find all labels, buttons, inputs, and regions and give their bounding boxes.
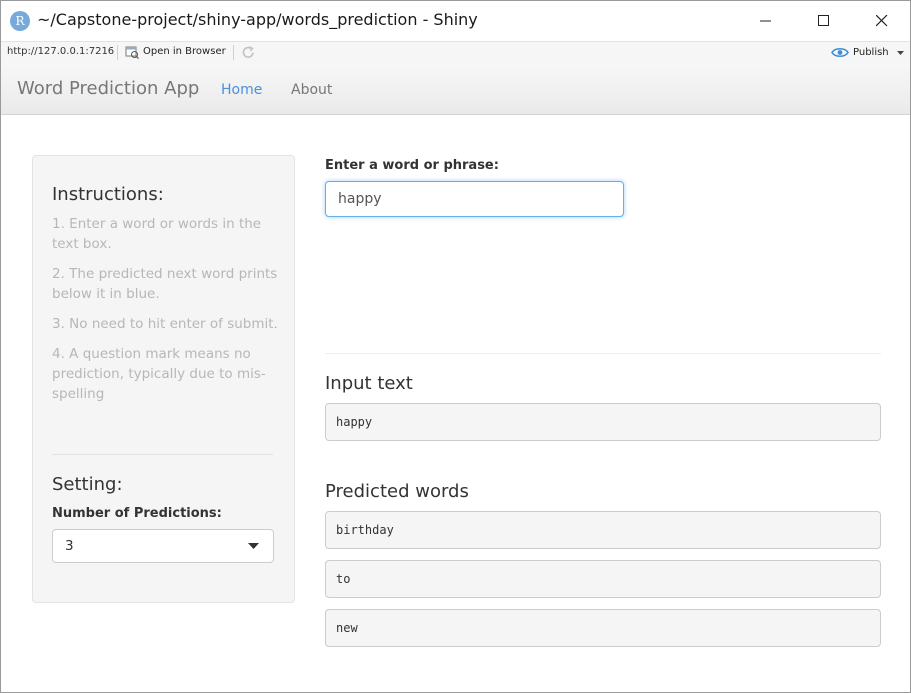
instructions-title: Instructions: <box>52 184 164 205</box>
publish-caret-icon <box>897 51 904 55</box>
input-text-title: Input text <box>325 373 413 394</box>
toolbar-separator <box>233 45 234 60</box>
phrase-input[interactable] <box>325 181 624 217</box>
viewer-toolbar: http://127.0.0.1:7216 Open in Browser Pu… <box>1 41 910 65</box>
instruction-item: 3. No need to hit enter of submit. <box>52 316 278 332</box>
instructions-list: 1. Enter a word or words in the text box… <box>52 214 280 414</box>
prediction-output: birthday <box>325 511 881 549</box>
refresh-icon[interactable] <box>241 45 256 60</box>
window-title: ~/Capstone-project/shiny-app/words_predi… <box>37 10 478 29</box>
sidebar-panel: Instructions: 1. Enter a word or words i… <box>32 155 295 603</box>
publish-label: Publish <box>853 47 889 58</box>
prediction-output: new <box>325 609 881 647</box>
predicted-words-title: Predicted words <box>325 481 469 502</box>
instruction-item: 1. Enter a word or words in the text box… <box>52 216 262 252</box>
url-text: http://127.0.0.1:7216 <box>7 46 115 57</box>
caret-down-icon <box>248 543 259 549</box>
navbar-brand: Word Prediction App <box>17 78 200 99</box>
prediction-output: to <box>325 560 881 598</box>
instruction-item: 4. A question mark means no prediction, … <box>52 346 266 402</box>
open-in-browser-label: Open in Browser <box>143 46 226 57</box>
title-bar: R ~/Capstone-project/shiny-app/words_pre… <box>1 1 910 41</box>
minimize-button[interactable] <box>737 1 795 41</box>
close-button[interactable] <box>853 1 910 41</box>
app-navbar: Word Prediction App Home About <box>1 64 910 115</box>
tab-about[interactable]: About <box>291 82 332 98</box>
num-predictions-select[interactable]: 3 <box>52 529 274 563</box>
select-value: 3 <box>65 538 74 554</box>
instruction-item: 2. The predicted next word prints below … <box>52 266 278 302</box>
shiny-window: R ~/Capstone-project/shiny-app/words_pre… <box>0 0 911 693</box>
main-divider <box>325 353 881 354</box>
input-text-output: happy <box>325 403 881 441</box>
sidebar-divider <box>52 454 273 455</box>
maximize-icon <box>818 15 829 26</box>
tab-home[interactable]: Home <box>221 82 262 98</box>
phrase-input-label: Enter a word or phrase: <box>325 158 499 173</box>
setting-title: Setting: <box>52 474 123 495</box>
close-icon <box>876 15 888 27</box>
num-predictions-label: Number of Predictions: <box>52 506 222 521</box>
minimize-icon <box>760 20 771 22</box>
r-logo-icon: R <box>10 11 30 31</box>
open-in-browser-icon <box>125 46 139 59</box>
maximize-button[interactable] <box>795 1 853 41</box>
toolbar-separator <box>117 45 118 60</box>
publish-icon <box>831 47 849 58</box>
